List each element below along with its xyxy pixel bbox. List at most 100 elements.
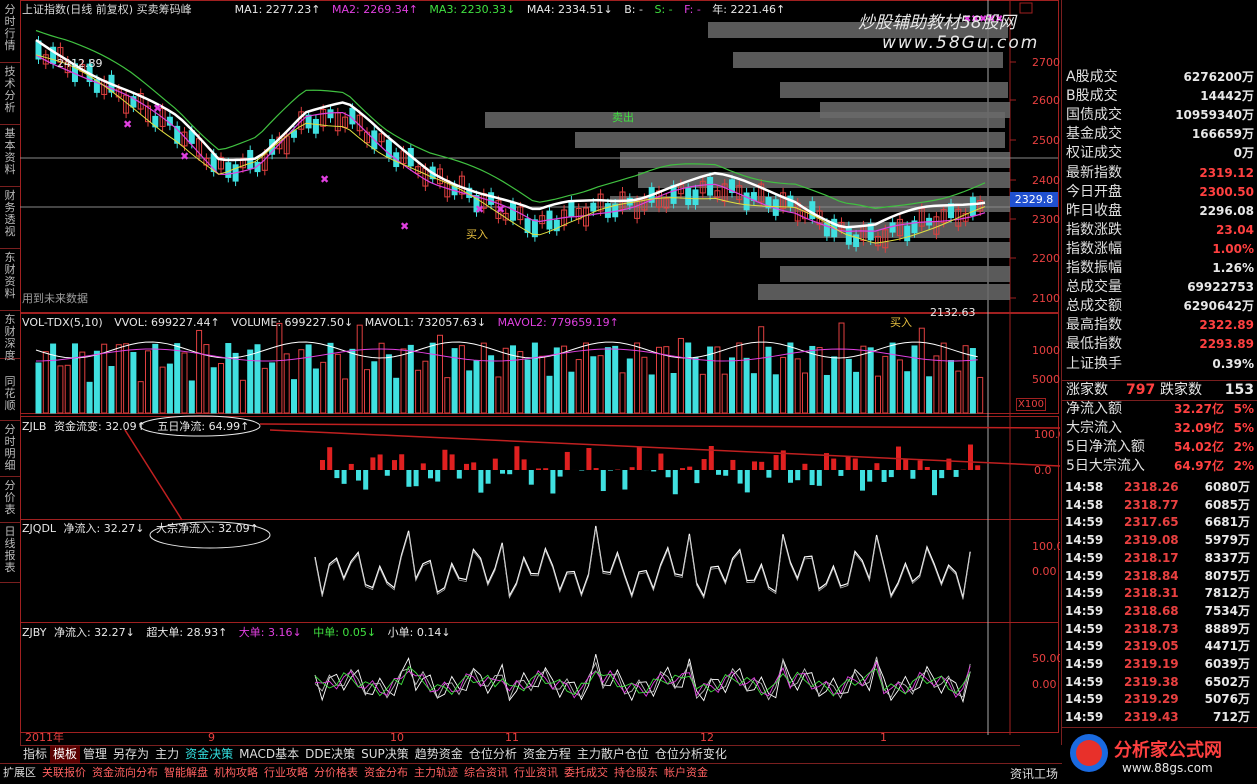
indicator-tab-12[interactable]: 主力散户仓位 xyxy=(574,746,652,763)
chart-area[interactable]: 2700260025002400230022002100✖✖✖✖✖✖✖✖✖✖✖✖… xyxy=(20,0,1060,745)
volume-bar xyxy=(503,348,508,413)
tick-row[interactable]: 14:592318.848075万 xyxy=(1062,567,1257,585)
extension-tab-13[interactable]: 帐户资金 xyxy=(661,764,711,781)
extension-tab-1[interactable]: 关联报价 xyxy=(39,764,89,781)
zjlb-bar xyxy=(514,446,519,470)
vol-axis-label: 10000 xyxy=(1032,344,1060,357)
stat-row: 最新指数2319.12 xyxy=(1062,164,1257,183)
volume-bar xyxy=(708,347,713,413)
zjlb-bar xyxy=(680,468,685,470)
tick-row[interactable]: 14:582318.266080万 xyxy=(1062,478,1257,496)
indicator-tab-4[interactable]: 主力 xyxy=(152,746,182,763)
tick-row[interactable]: 14:592318.687534万 xyxy=(1062,602,1257,620)
extension-tab-6[interactable]: 分价格表 xyxy=(311,764,361,781)
left-tab-6[interactable]: 同花顺 xyxy=(0,372,20,421)
left-tab-3[interactable]: 财务透视 xyxy=(0,186,20,249)
annotation-arrow xyxy=(125,430,182,520)
tick-row[interactable]: 14:592319.43712万 xyxy=(1062,708,1257,726)
left-tab-4[interactable]: 东财资料 xyxy=(0,248,20,311)
volume-bar xyxy=(394,378,399,413)
candle-body xyxy=(905,226,910,241)
extension-tab-7[interactable]: 资金分布 xyxy=(361,764,411,781)
zjlb-bar xyxy=(565,452,570,470)
left-tab-1[interactable]: 技术分析 xyxy=(0,62,20,125)
logo-url: www.88gs.com xyxy=(1122,761,1213,775)
extension-tab-8[interactable]: 主力轨迹 xyxy=(411,764,461,781)
signal-marker: ✖ xyxy=(475,203,484,216)
indicator-tab-6[interactable]: MACD基本 xyxy=(236,746,302,763)
flow-value: 32.27亿 xyxy=(1174,400,1224,419)
volume-bar xyxy=(80,352,85,413)
zjlb-bar xyxy=(932,470,937,495)
tick-price: 2318.73 xyxy=(1124,620,1179,638)
indicator-tab-13[interactable]: 仓位分析变化 xyxy=(652,746,730,763)
extension-tab-2[interactable]: 资金流向分布 xyxy=(89,764,161,781)
x-axis-label: 1 xyxy=(880,731,887,744)
left-tab-2[interactable]: 基本资料 xyxy=(0,124,20,187)
extension-tab-5[interactable]: 行业攻略 xyxy=(261,764,311,781)
tick-row[interactable]: 14:592317.656681万 xyxy=(1062,513,1257,531)
indicator-tab-7[interactable]: DDE决策 xyxy=(302,746,358,763)
indicator-tab-11[interactable]: 资金方程 xyxy=(520,746,574,763)
stat-label: 指数涨跌 xyxy=(1066,221,1122,240)
volume-bar xyxy=(357,325,362,413)
stat-value: 0万 xyxy=(1234,144,1254,163)
signal-marker: ✖ xyxy=(123,118,132,131)
volume-bar xyxy=(58,366,63,413)
volume-bar xyxy=(678,338,683,413)
indicator-tab-10[interactable]: 仓位分析 xyxy=(466,746,520,763)
tick-row[interactable]: 14:592318.178337万 xyxy=(1062,549,1257,567)
tick-row[interactable]: 14:592318.317812万 xyxy=(1062,584,1257,602)
zjlb-bar xyxy=(558,470,563,477)
tick-row[interactable]: 14:592319.196039万 xyxy=(1062,655,1257,673)
tick-amount: 4471万 xyxy=(1205,637,1250,655)
volume-bar xyxy=(956,371,961,413)
zjlb-bar xyxy=(918,461,923,470)
extension-tab-12[interactable]: 持仓股东 xyxy=(611,764,661,781)
extension-tab-0[interactable]: 扩展区 xyxy=(0,764,39,781)
buy-signal-label: 买入 xyxy=(466,226,488,242)
tick-time: 14:59 xyxy=(1065,637,1103,655)
chip-peak-bar xyxy=(733,52,1003,68)
tick-price: 2318.31 xyxy=(1124,584,1179,602)
volume-bar xyxy=(416,370,421,413)
left-tab-8[interactable]: 分价表 xyxy=(0,476,20,523)
indicator-tab-5[interactable]: 资金决策 xyxy=(182,746,236,763)
volume-bar xyxy=(620,373,625,413)
left-tab-9[interactable]: 日线报表 xyxy=(0,522,20,583)
indicator-tab-3[interactable]: 另存为 xyxy=(110,746,152,763)
left-tab-7[interactable]: 分时明细 xyxy=(0,420,20,477)
left-tab-label: 分时明细 xyxy=(4,420,16,472)
tick-time: 14:59 xyxy=(1065,602,1103,620)
zjby-axis-label: 0.00 xyxy=(1032,678,1057,691)
indicator-tab-0[interactable]: 指标 xyxy=(20,746,50,763)
info-workshop-button[interactable]: 资讯工场 xyxy=(1010,765,1058,782)
indicator-tab-2[interactable]: 管理 xyxy=(80,746,110,763)
vvol-value: VVOL: 699227.44↑ xyxy=(114,316,220,329)
tick-price: 2319.05 xyxy=(1124,637,1179,655)
volume-bar xyxy=(489,356,494,413)
tick-row[interactable]: 14:592318.738889万 xyxy=(1062,620,1257,638)
tick-row[interactable]: 14:592319.085979万 xyxy=(1062,531,1257,549)
left-tab-5[interactable]: 东财深度 xyxy=(0,310,20,359)
tick-amount: 8075万 xyxy=(1205,567,1250,585)
volume-bar xyxy=(584,343,589,413)
zjby-header: ZJBY 净流入: 32.27↓ 超大单: 28.93↑ 大单: 3.16↓ 中… xyxy=(22,626,459,640)
extension-tab-10[interactable]: 行业资讯 xyxy=(511,764,561,781)
tick-row[interactable]: 14:59 2319.05 4471万 xyxy=(1062,637,1257,655)
tick-row[interactable]: 14:582318.776085万 xyxy=(1062,496,1257,514)
stat-value: 2296.08 xyxy=(1199,202,1254,221)
tick-row[interactable]: 14:592319.386502万 xyxy=(1062,673,1257,691)
extension-tab-3[interactable]: 智能解盘 xyxy=(161,764,211,781)
tick-row[interactable]: 14:592319.295076万 xyxy=(1062,690,1257,708)
zjlb-b: 五日净流: 64.99↑ xyxy=(157,420,249,433)
extension-tab-11[interactable]: 委托成交 xyxy=(561,764,611,781)
candle-body xyxy=(890,223,895,232)
volume-bar xyxy=(941,343,946,413)
indicator-tab-1[interactable]: 模板 xyxy=(50,746,80,763)
indicator-tab-9[interactable]: 趋势资金 xyxy=(412,746,466,763)
indicator-tab-8[interactable]: SUP决策 xyxy=(358,746,412,763)
left-tab-0[interactable]: 分时行情 xyxy=(0,0,20,63)
extension-tab-9[interactable]: 综合资讯 xyxy=(461,764,511,781)
extension-tab-4[interactable]: 机构攻略 xyxy=(211,764,261,781)
